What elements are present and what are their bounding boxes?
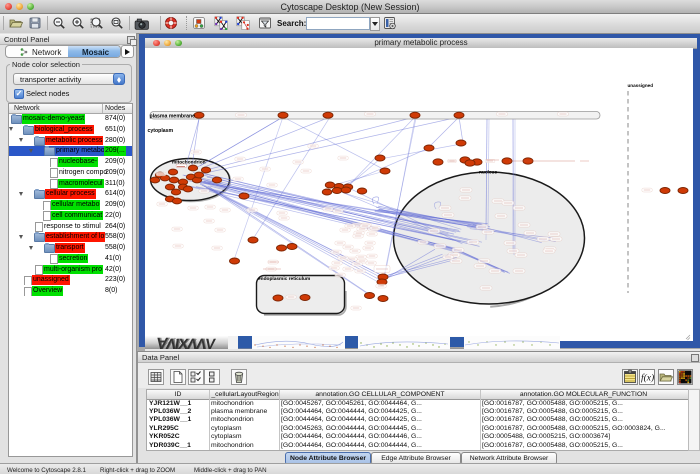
svg-text:ⱯΛIXɅΛ: ⱯΛIXɅΛ xyxy=(155,336,210,349)
svg-text:f(x): f(x) xyxy=(641,373,654,384)
svg-text:endoplasmic reticulum: endoplasmic reticulum xyxy=(258,276,310,282)
svg-text:unassigned: unassigned xyxy=(628,83,654,88)
svg-text:nucleus: nucleus xyxy=(479,170,497,176)
svg-text:cytoplasm: cytoplasm xyxy=(148,128,174,134)
svg-text:plasma membrane: plasma membrane xyxy=(150,114,196,120)
svg-text:mitochondrion: mitochondrion xyxy=(172,160,206,166)
